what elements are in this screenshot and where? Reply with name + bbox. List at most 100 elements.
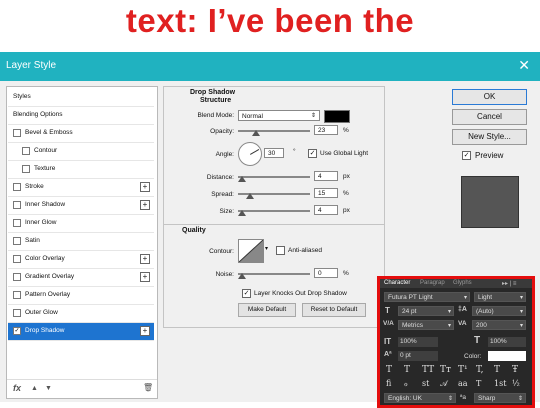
type-style-button[interactable]: Tт (440, 365, 451, 375)
sidebar-item-texture[interactable]: Texture (8, 161, 154, 179)
opacity-field[interactable]: 23 (314, 125, 338, 135)
contour-picker[interactable] (238, 239, 264, 263)
opentype-button[interactable]: ½ (512, 379, 520, 388)
sidebar-item-pattern-overlay[interactable]: Pattern Overlay (8, 287, 154, 305)
cancel-button[interactable]: Cancel (452, 109, 527, 125)
font-style-select[interactable]: Light ▾ (474, 292, 526, 302)
chevron-down-icon[interactable]: ▾ (265, 245, 268, 252)
fx-icon[interactable]: fx (13, 383, 21, 393)
tab-paragraph[interactable]: Paragrap (420, 280, 445, 286)
add-effect-icon[interactable]: + (140, 254, 150, 264)
sidebar-item-contour[interactable]: Contour (8, 143, 154, 161)
text-color-swatch[interactable] (488, 351, 526, 361)
make-default-button[interactable]: Make Default (238, 303, 296, 317)
add-effect-icon[interactable]: + (140, 272, 150, 282)
sidebar-checkbox[interactable] (22, 147, 30, 155)
add-effect-icon[interactable]: + (140, 200, 150, 210)
horizontal-scale-field[interactable]: 100% (488, 337, 526, 347)
sidebar-item-drop-shadow[interactable]: ✓ Drop Shadow + (8, 323, 154, 341)
add-effect-icon[interactable]: + (140, 182, 150, 192)
spread-slider-thumb[interactable] (246, 193, 254, 199)
move-up-icon[interactable]: ▲ (31, 385, 38, 392)
distance-field[interactable]: 4 (314, 171, 338, 181)
sidebar-item-inner-shadow[interactable]: Inner Shadow + (8, 197, 154, 215)
sidebar-checkbox[interactable] (13, 219, 21, 227)
reset-to-default-button[interactable]: Reset to Default (302, 303, 366, 317)
tab-character[interactable]: Character (384, 280, 410, 286)
sidebar-item-styles[interactable]: Styles (8, 89, 154, 107)
distance-slider-thumb[interactable] (238, 176, 246, 182)
sidebar-checkbox[interactable] (13, 309, 21, 317)
sidebar-item-label: Bevel & Emboss (25, 129, 73, 136)
type-style-button[interactable]: TT (422, 365, 434, 375)
type-style-button[interactable]: T¹ (458, 365, 468, 375)
font-size-select[interactable]: 24 pt ▾ (398, 306, 454, 316)
type-style-button[interactable]: T (494, 365, 500, 375)
close-icon[interactable]: ✕ (518, 57, 530, 73)
sidebar-item-satin[interactable]: Satin (8, 233, 154, 251)
sidebar-item-inner-glow[interactable]: Inner Glow (8, 215, 154, 233)
shadow-color-swatch[interactable] (324, 110, 350, 123)
size-field[interactable]: 4 (314, 205, 338, 215)
opentype-button[interactable]: 1st (494, 379, 506, 388)
sidebar-item-blending-options[interactable]: Blending Options (8, 107, 154, 125)
knockout-checkbox[interactable]: ✓ (242, 289, 251, 298)
panel-menu-icon[interactable]: ▸▸ | ≡ (502, 280, 516, 287)
size-slider-thumb[interactable] (238, 210, 246, 216)
blend-mode-select[interactable]: Normal ⇕ (238, 110, 320, 121)
sidebar-item-gradient-overlay[interactable]: Gradient Overlay + (8, 269, 154, 287)
preview-checkbox[interactable]: ✓ (462, 151, 471, 160)
chevron-down-icon: ▾ (447, 309, 451, 315)
leading-select[interactable]: (Auto) ▾ (472, 306, 526, 316)
size-slider-track[interactable] (238, 210, 310, 212)
tab-glyphs[interactable]: Glyphs (453, 280, 472, 286)
angle-field[interactable]: 30 (264, 148, 284, 158)
opentype-button[interactable]: T (476, 379, 481, 388)
trash-icon[interactable]: 🗑 (143, 383, 153, 392)
use-global-light-checkbox[interactable]: ✓ (308, 149, 317, 158)
sidebar-item-label: Texture (34, 165, 56, 172)
sidebar-item-stroke[interactable]: Stroke + (8, 179, 154, 197)
type-style-button[interactable]: Ŧ (512, 365, 518, 375)
sidebar-item-outer-glow[interactable]: Outer Glow (8, 305, 154, 323)
opentype-button[interactable]: fi (386, 379, 391, 388)
kerning-select[interactable]: Metrics ▾ (398, 320, 454, 330)
sidebar-item-color-overlay[interactable]: Color Overlay + (8, 251, 154, 269)
sidebar-checkbox[interactable] (22, 165, 30, 173)
vertical-scale-field[interactable]: 100% (398, 337, 438, 347)
sidebar-checkbox[interactable] (13, 255, 21, 263)
type-style-button[interactable]: T (404, 365, 410, 375)
anti-aliased-checkbox[interactable] (276, 246, 285, 255)
type-style-button[interactable]: T (386, 365, 392, 375)
sidebar-checkbox[interactable] (13, 273, 21, 281)
noise-slider-track[interactable] (238, 273, 310, 275)
opentype-button[interactable]: aa (458, 379, 468, 388)
opentype-button[interactable]: st (422, 379, 429, 388)
angle-dial[interactable] (238, 142, 262, 166)
baseline-shift-field[interactable]: 0 pt (398, 351, 438, 361)
add-effect-icon[interactable]: + (140, 326, 150, 336)
sidebar-checkbox[interactable]: ✓ (13, 327, 21, 335)
noise-slider-thumb[interactable] (238, 273, 246, 279)
font-family-value: Futura PT Light (388, 294, 433, 301)
sidebar-checkbox[interactable] (13, 129, 21, 137)
move-down-icon[interactable]: ▼ (45, 385, 52, 392)
distance-slider-track[interactable] (238, 176, 310, 178)
tracking-select[interactable]: 200 ▾ (472, 320, 526, 330)
sidebar-checkbox[interactable] (13, 201, 21, 209)
font-family-select[interactable]: Futura PT Light ▾ (384, 292, 470, 302)
sidebar-checkbox[interactable] (13, 291, 21, 299)
opacity-slider-thumb[interactable] (252, 130, 260, 136)
sidebar-item-bevel-emboss[interactable]: Bevel & Emboss (8, 125, 154, 143)
type-style-button[interactable]: T, (476, 365, 484, 375)
spread-field[interactable]: 15 (314, 188, 338, 198)
sidebar-item-label: Color Overlay (25, 255, 65, 262)
sidebar-checkbox[interactable] (13, 183, 21, 191)
opentype-button[interactable]: 𝒜 (440, 379, 448, 389)
noise-field[interactable]: 0 (314, 268, 338, 278)
sidebar-checkbox[interactable] (13, 237, 21, 245)
new-style-button[interactable]: New Style... (452, 129, 527, 145)
opacity-slider-track[interactable] (238, 130, 310, 132)
opentype-button[interactable]: ℴ (404, 379, 408, 388)
ok-button[interactable]: OK (452, 89, 527, 105)
